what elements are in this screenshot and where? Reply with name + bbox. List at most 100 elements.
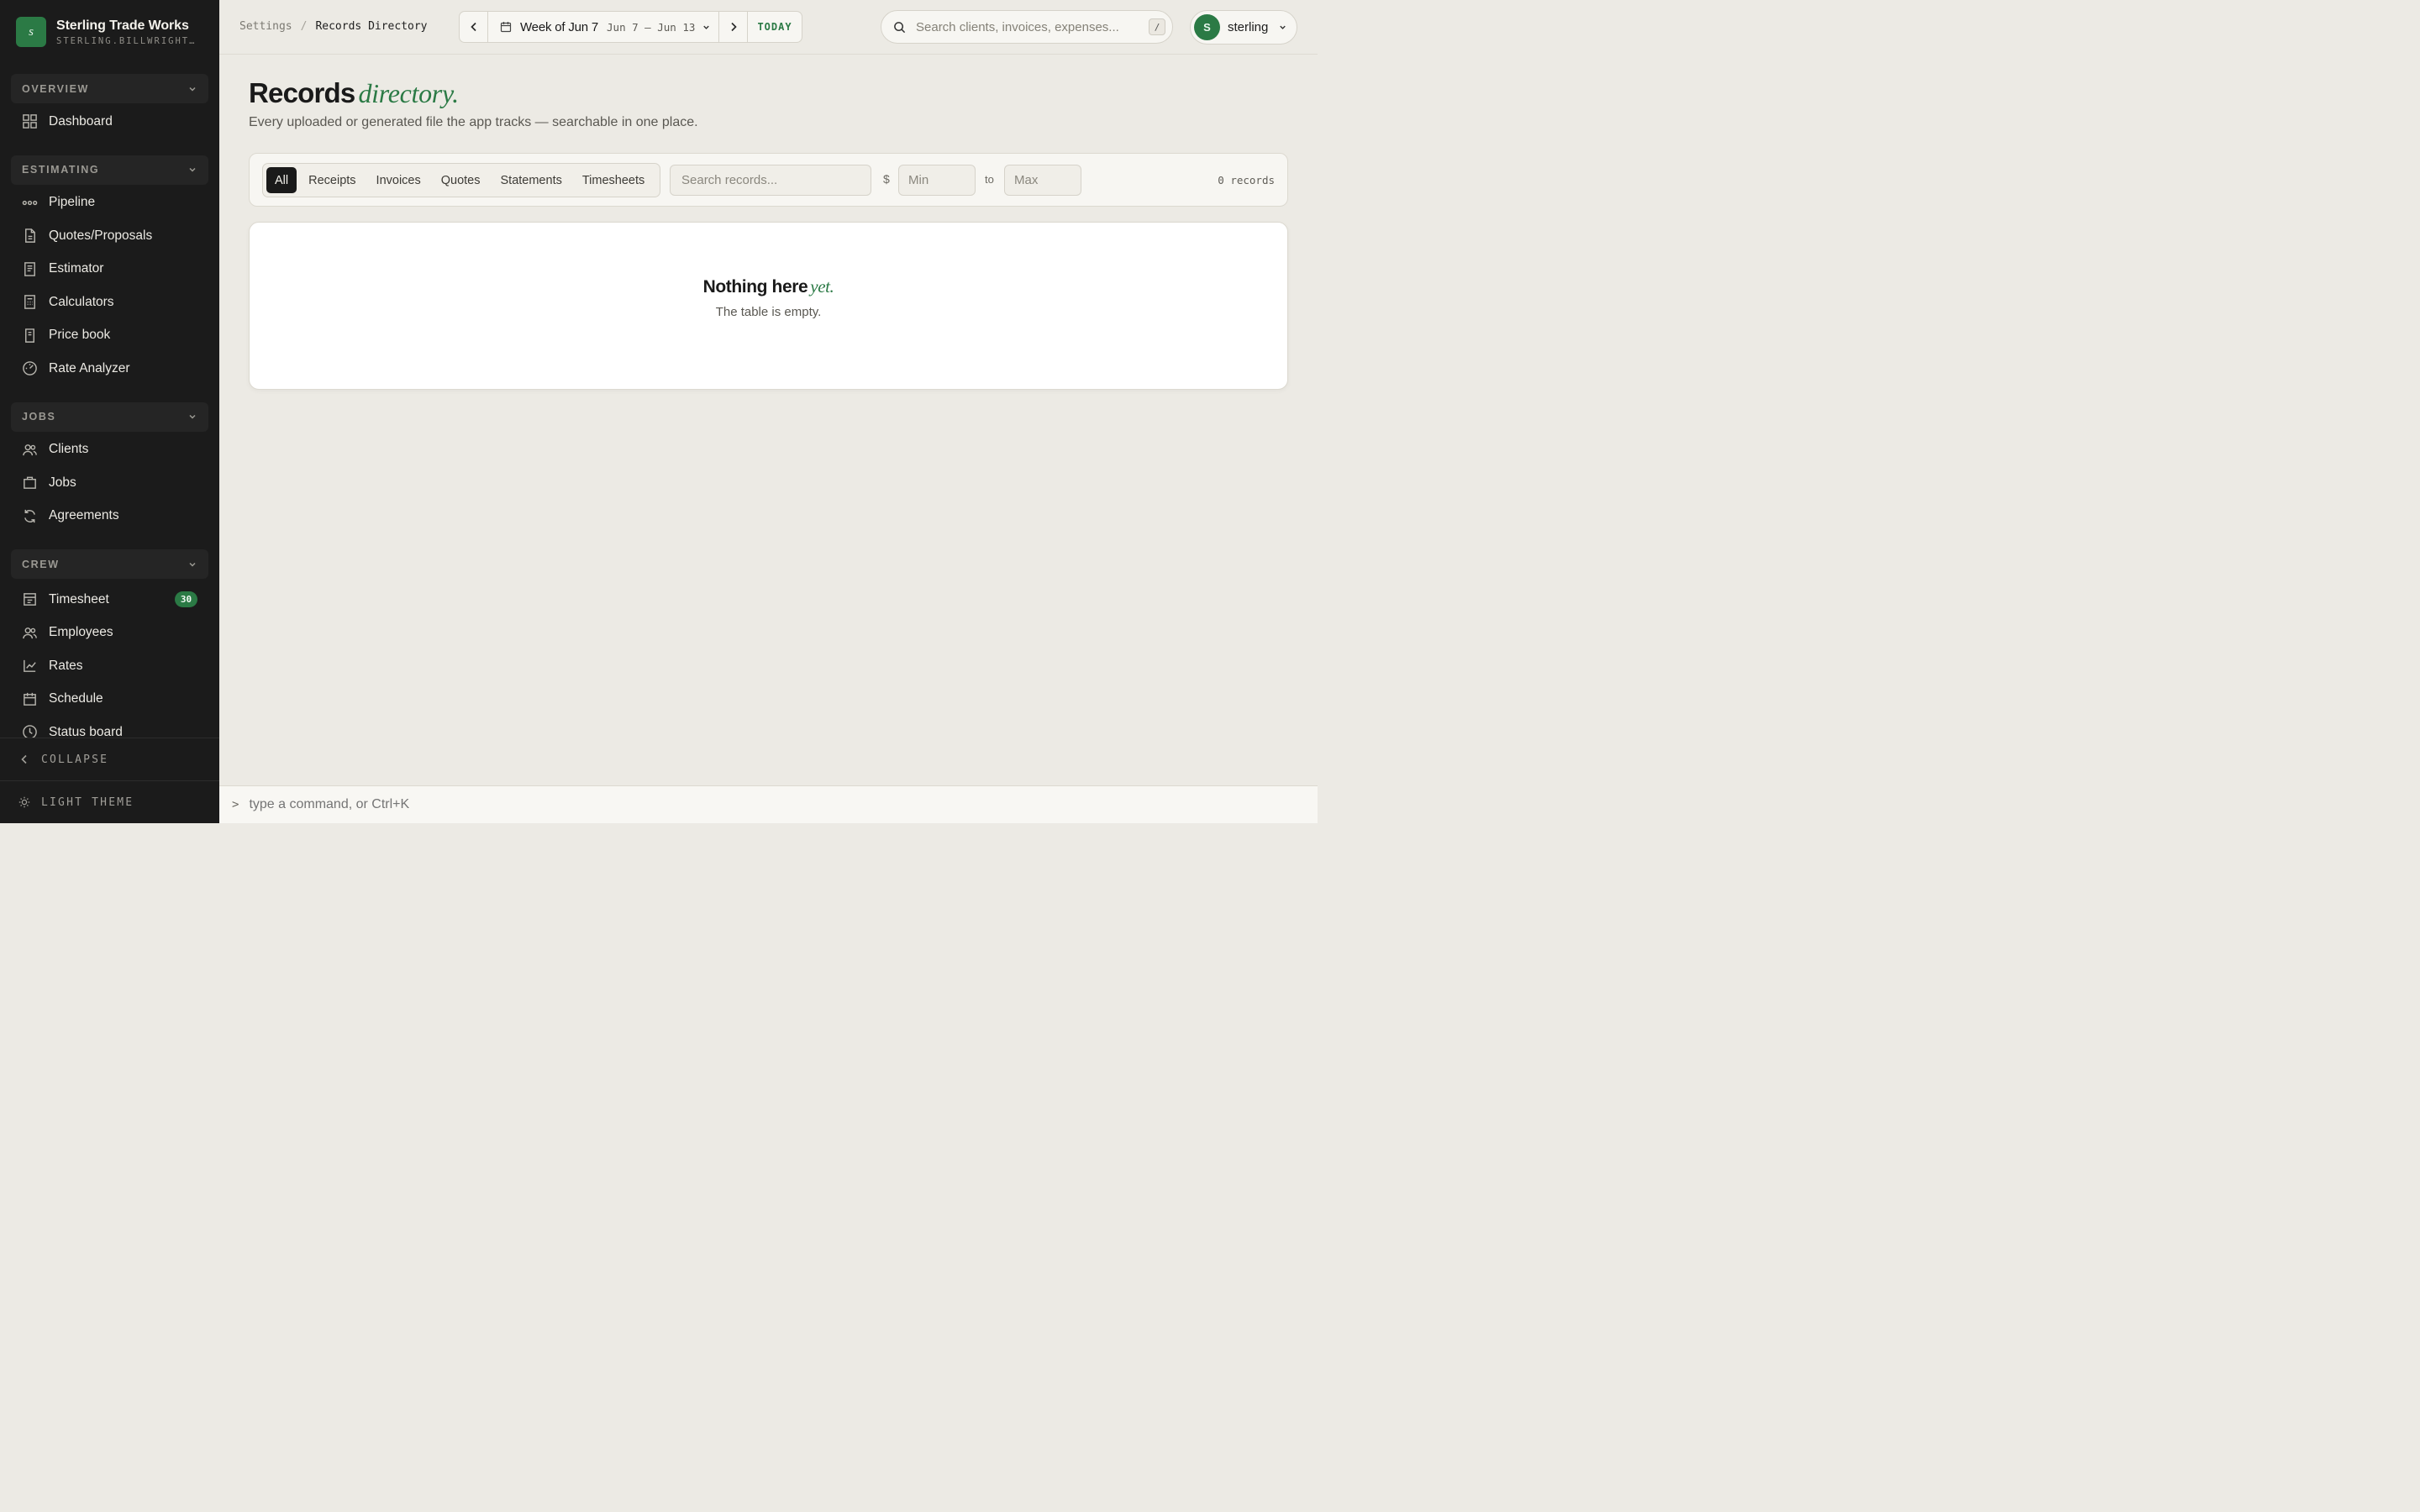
brand-logo-letter: s bbox=[29, 24, 34, 39]
page-title: Records directory. bbox=[249, 77, 459, 109]
sidebar-item-label: Rates bbox=[49, 658, 83, 673]
records-search-input[interactable]: Search records... bbox=[670, 165, 871, 196]
breadcrumb-settings-link[interactable]: Settings bbox=[239, 20, 292, 33]
max-amount-input[interactable]: Max bbox=[1004, 165, 1081, 196]
sidebar-item-calculators[interactable]: Calculators bbox=[0, 286, 219, 319]
sidebar-item-label: Agreements bbox=[49, 508, 119, 523]
sidebar-item-employees[interactable]: Employees bbox=[0, 617, 219, 650]
book-icon bbox=[25, 328, 34, 343]
section-crew[interactable]: CREW bbox=[11, 549, 208, 579]
empty-title-main: Nothing here bbox=[702, 277, 808, 297]
sidebar-item-status-board[interactable]: Status board bbox=[0, 716, 219, 738]
section-overview[interactable]: OVERVIEW bbox=[11, 74, 208, 103]
record-type-tabs: All Receipts Invoices Quotes Statements … bbox=[262, 163, 660, 197]
chevron-down-icon bbox=[189, 562, 196, 567]
clock-icon bbox=[23, 725, 37, 738]
brand-text: Sterling Trade Works STERLING.BILLWRIGHT… bbox=[56, 18, 201, 46]
briefcase-icon bbox=[24, 476, 36, 490]
sidebar-item-label: Dashboard bbox=[49, 113, 113, 129]
sidebar-item-label: Status board bbox=[49, 724, 123, 738]
tab-quotes[interactable]: Quotes bbox=[431, 167, 491, 193]
record-count: 0 records bbox=[1218, 174, 1275, 186]
theme-label: LIGHT THEME bbox=[41, 795, 134, 809]
sidebar-item-label: Price book bbox=[49, 328, 111, 343]
sidebar-item-label: Rate Analyzer bbox=[49, 360, 130, 375]
next-week-button[interactable] bbox=[719, 12, 747, 42]
sidebar-item-rate-analyzer[interactable]: Rate Analyzer bbox=[0, 352, 219, 386]
sidebar-item-timesheet[interactable]: Timesheet 30 bbox=[0, 583, 219, 617]
sidebar-item-label: Pipeline bbox=[49, 195, 96, 210]
empty-state-title: Nothing here yet. bbox=[250, 276, 1287, 297]
sun-icon bbox=[18, 796, 30, 808]
section-label: OVERVIEW bbox=[22, 82, 89, 95]
brand-name: Sterling Trade Works bbox=[56, 18, 189, 33]
tab-all[interactable]: All bbox=[266, 167, 297, 193]
receipt-icon bbox=[24, 261, 35, 276]
refresh-icon bbox=[24, 509, 35, 522]
empty-title-accent: yet. bbox=[810, 276, 834, 297]
section-estimating[interactable]: ESTIMATING bbox=[11, 155, 208, 185]
grid-icon bbox=[23, 114, 37, 129]
week-label: Week of Jun 7 bbox=[520, 19, 599, 34]
chevron-down-icon bbox=[189, 414, 196, 419]
page-subtitle: Every uploaded or generated file the app… bbox=[249, 115, 698, 129]
sidebar-item-price-book[interactable]: Price book bbox=[0, 319, 219, 353]
sidebar-item-label: Clients bbox=[49, 442, 89, 457]
chevron-right-icon bbox=[730, 22, 737, 32]
section-label: CREW bbox=[22, 558, 60, 570]
prev-week-button[interactable] bbox=[460, 12, 487, 42]
command-input[interactable] bbox=[249, 797, 1006, 812]
section-jobs[interactable]: JOBS bbox=[11, 402, 208, 432]
page-title-accent: directory. bbox=[358, 78, 459, 108]
timesheet-icon bbox=[24, 593, 36, 606]
sidebar-item-estimator[interactable]: Estimator bbox=[0, 253, 219, 286]
records-table-empty-state: Nothing here yet. The table is empty. bbox=[249, 222, 1288, 390]
sidebar-item-pipeline[interactable]: Pipeline bbox=[0, 186, 219, 220]
sidebar-item-schedule[interactable]: Schedule bbox=[0, 683, 219, 717]
chart-line-icon bbox=[24, 660, 36, 673]
command-prompt: > bbox=[232, 798, 239, 811]
sidebar-item-label: Timesheet bbox=[49, 591, 109, 606]
section-label: JOBS bbox=[22, 411, 56, 423]
week-range: Jun 7 – Jun 13 bbox=[607, 20, 696, 34]
sidebar-item-quotes[interactable]: Quotes/Proposals bbox=[0, 219, 219, 253]
breadcrumb: Settings / Records Directory bbox=[239, 20, 428, 33]
avatar: S bbox=[1194, 14, 1220, 40]
chevron-down-icon bbox=[189, 87, 196, 92]
brand[interactable]: s Sterling Trade Works STERLING.BILLWRIG… bbox=[16, 17, 201, 47]
topbar: Settings / Records Directory Week of Jun… bbox=[219, 0, 1318, 55]
records-filter-bar: All Receipts Invoices Quotes Statements … bbox=[249, 153, 1288, 207]
calendar-icon bbox=[24, 692, 36, 706]
tab-timesheets[interactable]: Timesheets bbox=[572, 167, 655, 193]
sidebar-item-rates[interactable]: Rates bbox=[0, 649, 219, 683]
breadcrumb-current: Records Directory bbox=[315, 20, 428, 33]
chevron-left-icon bbox=[21, 754, 27, 764]
global-search[interactable]: Search clients, invoices, expenses... / bbox=[881, 10, 1173, 44]
tab-statements[interactable]: Statements bbox=[491, 167, 572, 193]
range-to-label: to bbox=[985, 173, 994, 186]
collapse-label: COLLAPSE bbox=[41, 753, 109, 766]
sidebar-item-dashboard[interactable]: Dashboard bbox=[0, 105, 219, 139]
user-menu[interactable]: S sterling bbox=[1190, 10, 1297, 45]
chevron-down-icon bbox=[703, 25, 710, 29]
users-icon bbox=[23, 627, 37, 638]
global-search-input[interactable]: Search clients, invoices, expenses... bbox=[916, 20, 1149, 34]
tab-invoices[interactable]: Invoices bbox=[366, 167, 431, 193]
sidebar-item-agreements[interactable]: Agreements bbox=[0, 500, 219, 533]
sidebar-item-label: Jobs bbox=[49, 475, 76, 490]
document-icon bbox=[25, 228, 35, 244]
tab-receipts[interactable]: Receipts bbox=[298, 167, 366, 193]
today-button[interactable]: TODAY bbox=[748, 12, 802, 42]
users-icon bbox=[23, 444, 37, 455]
sidebar-item-clients[interactable]: Clients bbox=[0, 433, 219, 467]
theme-toggle-button[interactable]: LIGHT THEME bbox=[0, 780, 219, 823]
search-icon bbox=[894, 21, 906, 33]
week-picker-dropdown[interactable]: Week of Jun 7 Jun 7 – Jun 13 bbox=[488, 12, 718, 42]
calendar-icon bbox=[500, 22, 512, 33]
collapse-button[interactable]: COLLAPSE bbox=[0, 738, 219, 780]
chevron-down-icon bbox=[1280, 25, 1286, 29]
sidebar-item-jobs[interactable]: Jobs bbox=[0, 466, 219, 500]
sidebar-item-label: Calculators bbox=[49, 294, 114, 309]
sidebar-nav[interactable]: OVERVIEW Dashboard ESTIMATING Pipeline Q… bbox=[0, 62, 219, 738]
min-amount-input[interactable]: Min bbox=[898, 165, 976, 196]
